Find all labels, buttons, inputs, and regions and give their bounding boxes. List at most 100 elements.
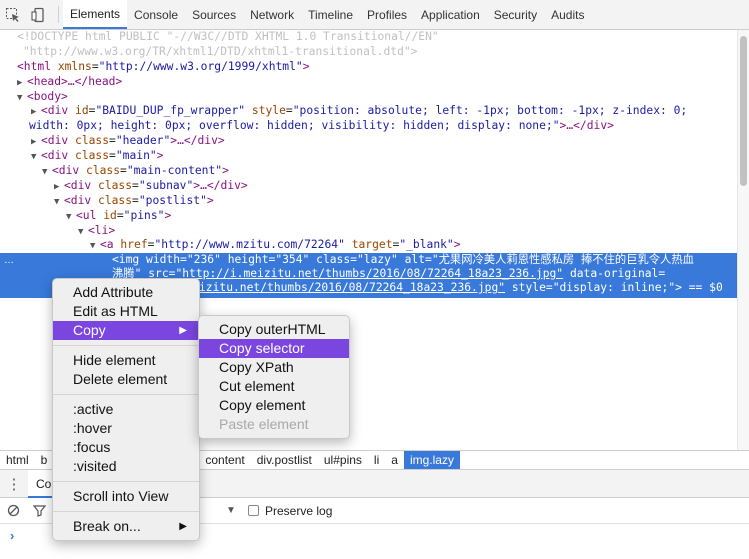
collapse-triangle-icon[interactable]: ▼ [17, 91, 27, 106]
breadcrumb-html[interactable]: html [0, 451, 35, 469]
attr-value: "header" [115, 134, 171, 147]
tab-network[interactable]: Network [243, 0, 301, 29]
menu-item-add-attribute[interactable]: Add Attribute [53, 283, 199, 302]
tab-sources[interactable]: Sources [185, 0, 243, 29]
doctype-text: "http://www.w3.org/TR/xhtml1/DTD/xhtml1-… [23, 45, 418, 58]
attr-value: "postlist" [138, 194, 207, 207]
menu-item-focus[interactable]: :focus [53, 438, 199, 457]
tree-node-header[interactable]: ▶ <div class="header">…</div> [31, 134, 225, 149]
tree-node-body[interactable]: ▼ <body> [17, 90, 68, 105]
collapse-triangle-icon[interactable]: ▼ [78, 225, 88, 240]
tab-timeline[interactable]: Timeline [301, 0, 360, 29]
attr-name: data-original= [569, 267, 666, 280]
breadcrumb-div-postlist[interactable]: div.postlist [251, 451, 318, 469]
tree-node-head[interactable]: ▶ <head>…</head> [17, 75, 122, 90]
expand-triangle-icon[interactable]: ▶ [31, 105, 41, 120]
collapse-triangle-icon[interactable]: ▼ [66, 210, 76, 225]
expand-triangle-icon[interactable]: ▶ [54, 180, 64, 195]
menu-item-edit-as-html[interactable]: Edit as HTML [53, 302, 199, 321]
tree-node-subnav[interactable]: ▶ <div class="subnav">…</div> [54, 179, 248, 194]
attr-value: "subnav" [138, 179, 194, 192]
inspect-element-icon[interactable] [0, 0, 26, 29]
doctype-line-2[interactable]: "http://www.w3.org/TR/xhtml1/DTD/xhtml1-… [23, 45, 417, 60]
attr-value: "lazy" [356, 253, 398, 266]
collapse-triangle-icon[interactable]: ▼ [90, 239, 100, 254]
attr-value: "http://www.mzitu.com/72264" [154, 238, 345, 251]
breadcrumb-a[interactable]: a [385, 451, 404, 469]
attr-value: "main" [115, 149, 157, 162]
dom-scrollbar[interactable] [737, 30, 749, 450]
attr-value: "BAIDU_DUP_fp_wrapper" [95, 104, 246, 117]
drawer-menu-icon[interactable]: ⋮ [0, 475, 28, 493]
tab-security[interactable]: Security [487, 0, 544, 29]
menu-item-hover[interactable]: :hover [53, 419, 199, 438]
tab-elements[interactable]: Elements [63, 0, 128, 29]
tree-node-a[interactable]: ▼ <a href="http://www.mzitu.com/72264" ta… [90, 238, 461, 253]
breadcrumb-main-content[interactable]: content [199, 451, 250, 469]
img-src-link[interactable]: "http://i.meizitu.net/thumbs/2016/08/722… [175, 267, 563, 280]
context-dropdown-arrow-icon[interactable]: ▼ [226, 505, 236, 516]
devtools-tabbar: Elements Console Sources Network Timelin… [0, 0, 749, 30]
menu-divider [53, 511, 199, 512]
menu-divider [53, 345, 199, 346]
expand-triangle-icon[interactable]: ▶ [17, 76, 27, 91]
attr-value: "_blank" [399, 238, 454, 251]
collapse-triangle-icon[interactable]: ▼ [42, 165, 52, 180]
expand-triangle-icon[interactable]: ▶ [31, 135, 41, 150]
menu-item-paste-element: Paste element [219, 416, 309, 432]
breadcrumb-body[interactable]: b [35, 451, 54, 469]
tree-node-li[interactable]: ▼ <li> [78, 224, 115, 239]
menu-item-scroll-into-view[interactable]: Scroll into View [53, 487, 199, 506]
tag-text: <li> [88, 224, 116, 237]
dom-scrollbar-thumb[interactable] [740, 36, 747, 186]
toolbar-divider [58, 6, 59, 23]
collapse-triangle-icon[interactable]: ▼ [54, 195, 64, 210]
clear-console-icon[interactable] [0, 504, 26, 517]
tree-node-main-content[interactable]: ▼ <div class="main-content"> [42, 164, 229, 179]
breadcrumb-img-lazy[interactable]: img.lazy [403, 451, 460, 469]
menu-item-break-on[interactable]: Break on... ▶ [53, 517, 199, 536]
tab-audits[interactable]: Audits [544, 0, 591, 29]
tree-node-img-selected[interactable]: <img width="236" height="354" class="laz… [112, 253, 694, 268]
console-prompt-icon[interactable]: › [10, 528, 14, 543]
tree-node-html[interactable]: <html xmlns="http://www.w3.org/1999/xhtm… [17, 60, 310, 75]
device-mode-icon[interactable] [26, 0, 52, 29]
doctype-line-1[interactable]: <!DOCTYPE html PUBLIC "-//W3C//DTD XHTML… [17, 30, 439, 45]
tree-node-img-cont-2[interactable]: izitu.net/thumbs/2016/08/72264_18a23_236… [199, 281, 723, 296]
tree-node-main[interactable]: ▼ <div class="main"> [31, 149, 163, 164]
menu-item-copy-outerhtml[interactable]: Copy outerHTML [199, 320, 349, 339]
attr-value: "354" [275, 253, 310, 266]
copy-submenu: Copy outerHTML Copy selector Copy XPath … [198, 315, 350, 439]
collapse-triangle-icon[interactable]: ▼ [31, 150, 41, 165]
preserve-log-toggle[interactable]: Preserve log [248, 504, 332, 518]
breadcrumb-li[interactable]: li [368, 451, 385, 469]
submenu-arrow-icon: ▶ [179, 325, 187, 336]
tree-node-baidu-wrapper[interactable]: ▶ <div id="BAIDU_DUP_fp_wrapper" style="p… [31, 104, 687, 119]
menu-divider [53, 481, 199, 482]
menu-item-copy-selector[interactable]: Copy selector [199, 339, 349, 358]
tree-node-baidu-wrapper-cont[interactable]: width: 0px; height: 0px; overflow: hidde… [29, 119, 614, 134]
menu-item-copy-element[interactable]: Copy element [199, 396, 349, 415]
menu-item-copy-xpath[interactable]: Copy XPath [199, 358, 349, 377]
menu-item-copy[interactable]: Copy ▶ [53, 321, 199, 340]
tab-profiles[interactable]: Profiles [360, 0, 414, 29]
node-actions-ellipsis[interactable]: … [4, 254, 14, 269]
img-data-original-link[interactable]: izitu.net/thumbs/2016/08/72264_18a23_236… [199, 281, 505, 294]
filter-icon[interactable] [26, 504, 52, 517]
menu-item-visited[interactable]: :visited [53, 457, 199, 476]
submenu-arrow-icon: ▶ [179, 521, 187, 532]
menu-item-cut-element[interactable]: Cut element [199, 377, 349, 396]
menu-item-delete-element[interactable]: Delete element [53, 370, 199, 389]
preserve-log-checkbox[interactable] [248, 505, 259, 516]
tab-application[interactable]: Application [414, 0, 487, 29]
context-menu: Add Attribute Edit as HTML Copy ▶ Hide el… [52, 278, 200, 541]
attr-value: "main-content" [126, 164, 223, 177]
menu-item-hide-element[interactable]: Hide element [53, 351, 199, 370]
tab-console[interactable]: Console [127, 0, 185, 29]
breadcrumb-ul-pins[interactable]: ul#pins [318, 451, 368, 469]
tree-node-postlist[interactable]: ▼ <div class="postlist"> [54, 194, 214, 209]
tag-text: > == $0 [675, 281, 723, 294]
attr-value: width: 0px; height: 0px; overflow: hidde… [29, 119, 560, 132]
menu-item-active[interactable]: :active [53, 400, 199, 419]
tree-node-pins[interactable]: ▼ <ul id="pins"> [66, 209, 171, 224]
